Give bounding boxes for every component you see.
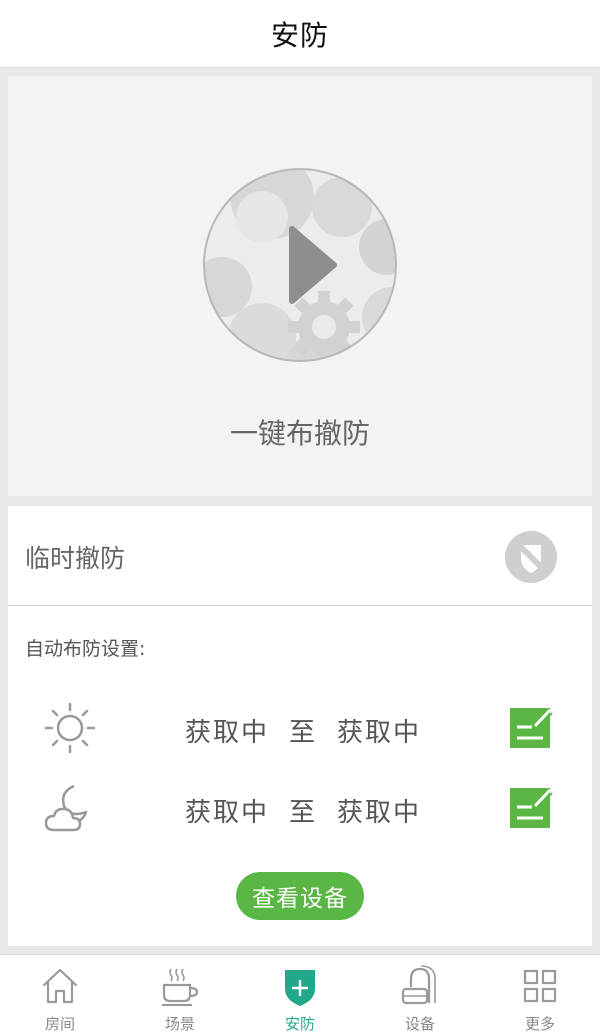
tab-rooms[interactable]: 房间 <box>0 955 120 1033</box>
moon-cloud-icon <box>44 784 88 832</box>
tab-scenes[interactable]: 场景 <box>120 955 240 1033</box>
grid-icon <box>523 969 557 1003</box>
tab-label: 更多 <box>524 1015 555 1033</box>
night-start-time[interactable]: 获取中 <box>185 792 269 829</box>
night-separator: 至 <box>288 798 317 828</box>
sun-icon <box>44 702 96 754</box>
tab-label: 房间 <box>44 1015 75 1033</box>
day-edit-icon[interactable] <box>508 704 554 750</box>
day-time-range: 获取中 至 获取中 <box>158 712 448 749</box>
play-gear-icon <box>203 168 397 362</box>
tab-more[interactable]: 更多 <box>480 955 600 1033</box>
device-icon <box>401 965 436 1005</box>
coffee-cup-icon <box>162 968 199 1006</box>
arm-label: 一键布撤防 <box>229 417 370 450</box>
view-devices-button[interactable]: 查看设备 <box>236 872 364 920</box>
night-end-time[interactable]: 获取中 <box>337 792 421 829</box>
temporary-disarm-label: 临时撤防 <box>25 544 126 573</box>
top-header: 安防 <box>0 0 600 68</box>
day-separator: 至 <box>288 718 317 748</box>
tab-security[interactable]: 安防 <box>240 955 360 1033</box>
night-schedule-row: 获取中 至 获取中 <box>8 778 592 838</box>
auto-arm-title: 自动布防设置: <box>25 638 146 660</box>
tab-label: 设备 <box>404 1015 435 1033</box>
shield-plus-icon <box>285 970 315 1006</box>
tab-label: 安防 <box>284 1015 315 1033</box>
house-icon <box>42 968 78 1004</box>
day-schedule-row: 获取中 至 获取中 <box>8 698 592 758</box>
night-edit-icon[interactable] <box>508 784 554 830</box>
day-start-time[interactable]: 获取中 <box>185 712 269 749</box>
settings-panel: 临时撤防 自动布防设置: 获取中 至 获取中 获取中 至 获取中 查看设备 <box>8 506 592 946</box>
tab-label: 场景 <box>164 1015 195 1033</box>
temporary-disarm-row[interactable]: 临时撤防 <box>8 506 592 606</box>
arm-panel: 一键布撤防 <box>8 76 592 496</box>
shield-off-icon[interactable] <box>504 530 558 584</box>
one-key-arm-button[interactable] <box>202 167 398 363</box>
night-time-range: 获取中 至 获取中 <box>158 792 448 829</box>
tab-devices[interactable]: 设备 <box>360 955 480 1033</box>
day-end-time[interactable]: 获取中 <box>337 712 421 749</box>
bottom-tab-bar: 房间 场景 安防 设备 更多 <box>0 954 600 1033</box>
page-title: 安防 <box>270 18 329 52</box>
